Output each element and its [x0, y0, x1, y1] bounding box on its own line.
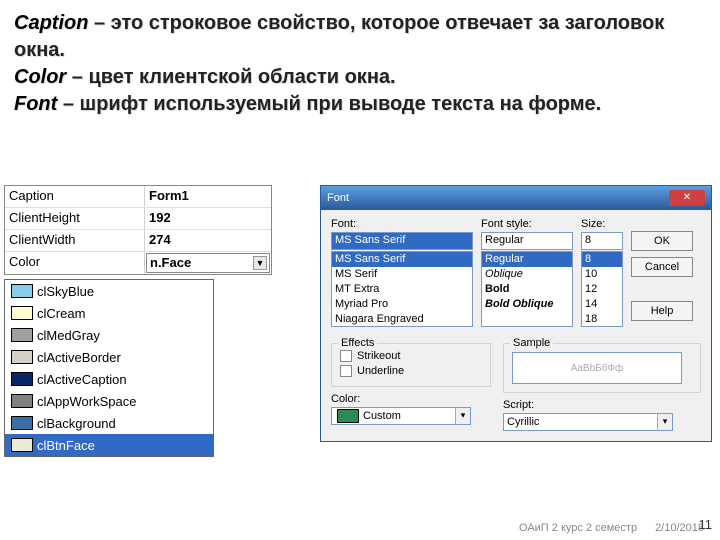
footer: ОАиП 2 курс 2 семестр 2/10/2018 — [519, 522, 704, 534]
font-dialog: Font ✕ Font: MS Sans Serif MS Sans Serif… — [320, 185, 712, 442]
script-select[interactable]: Cyrillic ▾ — [503, 413, 673, 431]
prop-row: ClientWidth 274 — [5, 230, 271, 252]
close-icon[interactable]: ✕ — [669, 190, 705, 206]
chevron-down-icon[interactable]: ▾ — [455, 408, 470, 424]
prop-row: ClientHeight 192 — [5, 208, 271, 230]
color-value-field[interactable]: n.Face ▼ — [146, 253, 270, 273]
style-list[interactable]: RegularObliqueBoldBold Oblique — [481, 251, 573, 327]
titlebar: Font ✕ — [321, 186, 711, 210]
cancel-button[interactable]: Cancel — [631, 257, 693, 277]
object-inspector: Caption Form1 ClientHeight 192 ClientWid… — [4, 185, 272, 275]
list-item[interactable]: Oblique — [482, 267, 572, 282]
ok-button[interactable]: OK — [631, 231, 693, 251]
color-option[interactable]: clBtnFace — [5, 434, 213, 456]
list-item[interactable]: Bold — [482, 282, 572, 297]
chevron-down-icon[interactable]: ▼ — [253, 256, 267, 270]
style-input[interactable]: Regular — [481, 232, 573, 250]
font-label: Font: — [331, 218, 473, 230]
slide-text: Caption – это строковое свойство, которо… — [0, 0, 720, 124]
kw-font: Font — [14, 93, 57, 115]
sample-text: AaBbБбФф — [512, 352, 682, 384]
list-item[interactable]: 8 — [582, 252, 622, 267]
footer-date: 2/10/2018 — [655, 522, 704, 534]
list-item[interactable]: 14 — [582, 297, 622, 312]
list-item[interactable]: MS Serif — [332, 267, 472, 282]
kw-caption: Caption — [14, 12, 88, 34]
list-item[interactable]: 18 — [582, 312, 622, 327]
underline-checkbox[interactable]: Underline — [340, 365, 482, 377]
color-option[interactable]: clActiveCaption — [5, 368, 213, 390]
list-item[interactable]: MS Sans Serif — [332, 252, 472, 267]
style-label: Font style: — [481, 218, 573, 230]
font-list[interactable]: MS Sans SerifMS SerifMT ExtraMyriad ProN… — [331, 251, 473, 327]
list-item[interactable]: Niagara Engraved — [332, 312, 472, 327]
effects-group: Effects Strikeout Underline — [331, 343, 491, 387]
sample-group: Sample AaBbБбФф — [503, 343, 701, 393]
color-option[interactable]: clCream — [5, 302, 213, 324]
color-option[interactable]: clSkyBlue — [5, 280, 213, 302]
script-label: Script: — [503, 399, 701, 411]
list-item[interactable]: 10 — [582, 267, 622, 282]
prop-row: Color n.Face ▼ — [5, 252, 271, 274]
color-select[interactable]: Custom ▾ — [331, 407, 471, 425]
color-label: Color: — [331, 393, 491, 405]
list-item[interactable]: 12 — [582, 282, 622, 297]
color-option[interactable]: clMedGray — [5, 324, 213, 346]
dialog-title: Font — [327, 192, 349, 204]
page-number: 11 — [699, 517, 713, 532]
list-item[interactable]: Myriad Pro — [332, 297, 472, 312]
color-dropdown[interactable]: clSkyBlueclCreamclMedGrayclActiveBorderc… — [4, 279, 214, 457]
prop-row: Caption Form1 — [5, 186, 271, 208]
footer-course: ОАиП 2 курс 2 семестр — [519, 522, 637, 534]
strikeout-checkbox[interactable]: Strikeout — [340, 350, 482, 362]
color-option[interactable]: clBackground — [5, 412, 213, 434]
size-label: Size: — [581, 218, 623, 230]
color-option[interactable]: clAppWorkSpace — [5, 390, 213, 412]
font-input[interactable]: MS Sans Serif — [331, 232, 473, 250]
color-option[interactable]: clActiveBorder — [5, 346, 213, 368]
size-input[interactable]: 8 — [581, 232, 623, 250]
help-button[interactable]: Help — [631, 301, 693, 321]
list-item[interactable]: Regular — [482, 252, 572, 267]
list-item[interactable]: Bold Oblique — [482, 297, 572, 312]
list-item[interactable]: MT Extra — [332, 282, 472, 297]
kw-color: Color — [14, 66, 66, 88]
chevron-down-icon[interactable]: ▾ — [657, 414, 672, 430]
size-list[interactable]: 81012141824 — [581, 251, 623, 327]
